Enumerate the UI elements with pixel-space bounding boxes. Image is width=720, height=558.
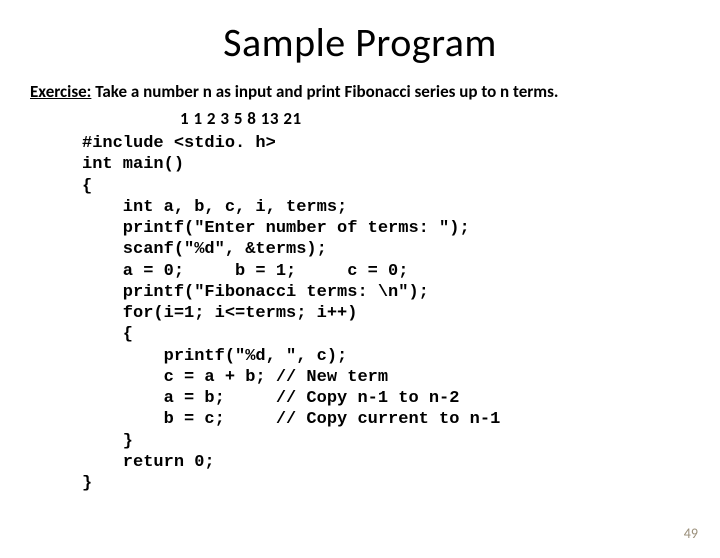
exercise-label: Exercise:	[30, 81, 91, 102]
fibonacci-sequence: 1 1 2 3 5 8 13 21	[180, 108, 720, 129]
exercise-line: Exercise: Take a number n as input and p…	[30, 81, 690, 102]
code-block: #include <stdio. h> int main() { int a, …	[82, 133, 720, 494]
exercise-text: Take a number n as input and print Fibon…	[95, 81, 558, 102]
slide-title: Sample Program	[0, 18, 720, 67]
slide: Sample Program Exercise: Take a number n…	[0, 18, 720, 558]
page-number: 49	[684, 525, 698, 542]
